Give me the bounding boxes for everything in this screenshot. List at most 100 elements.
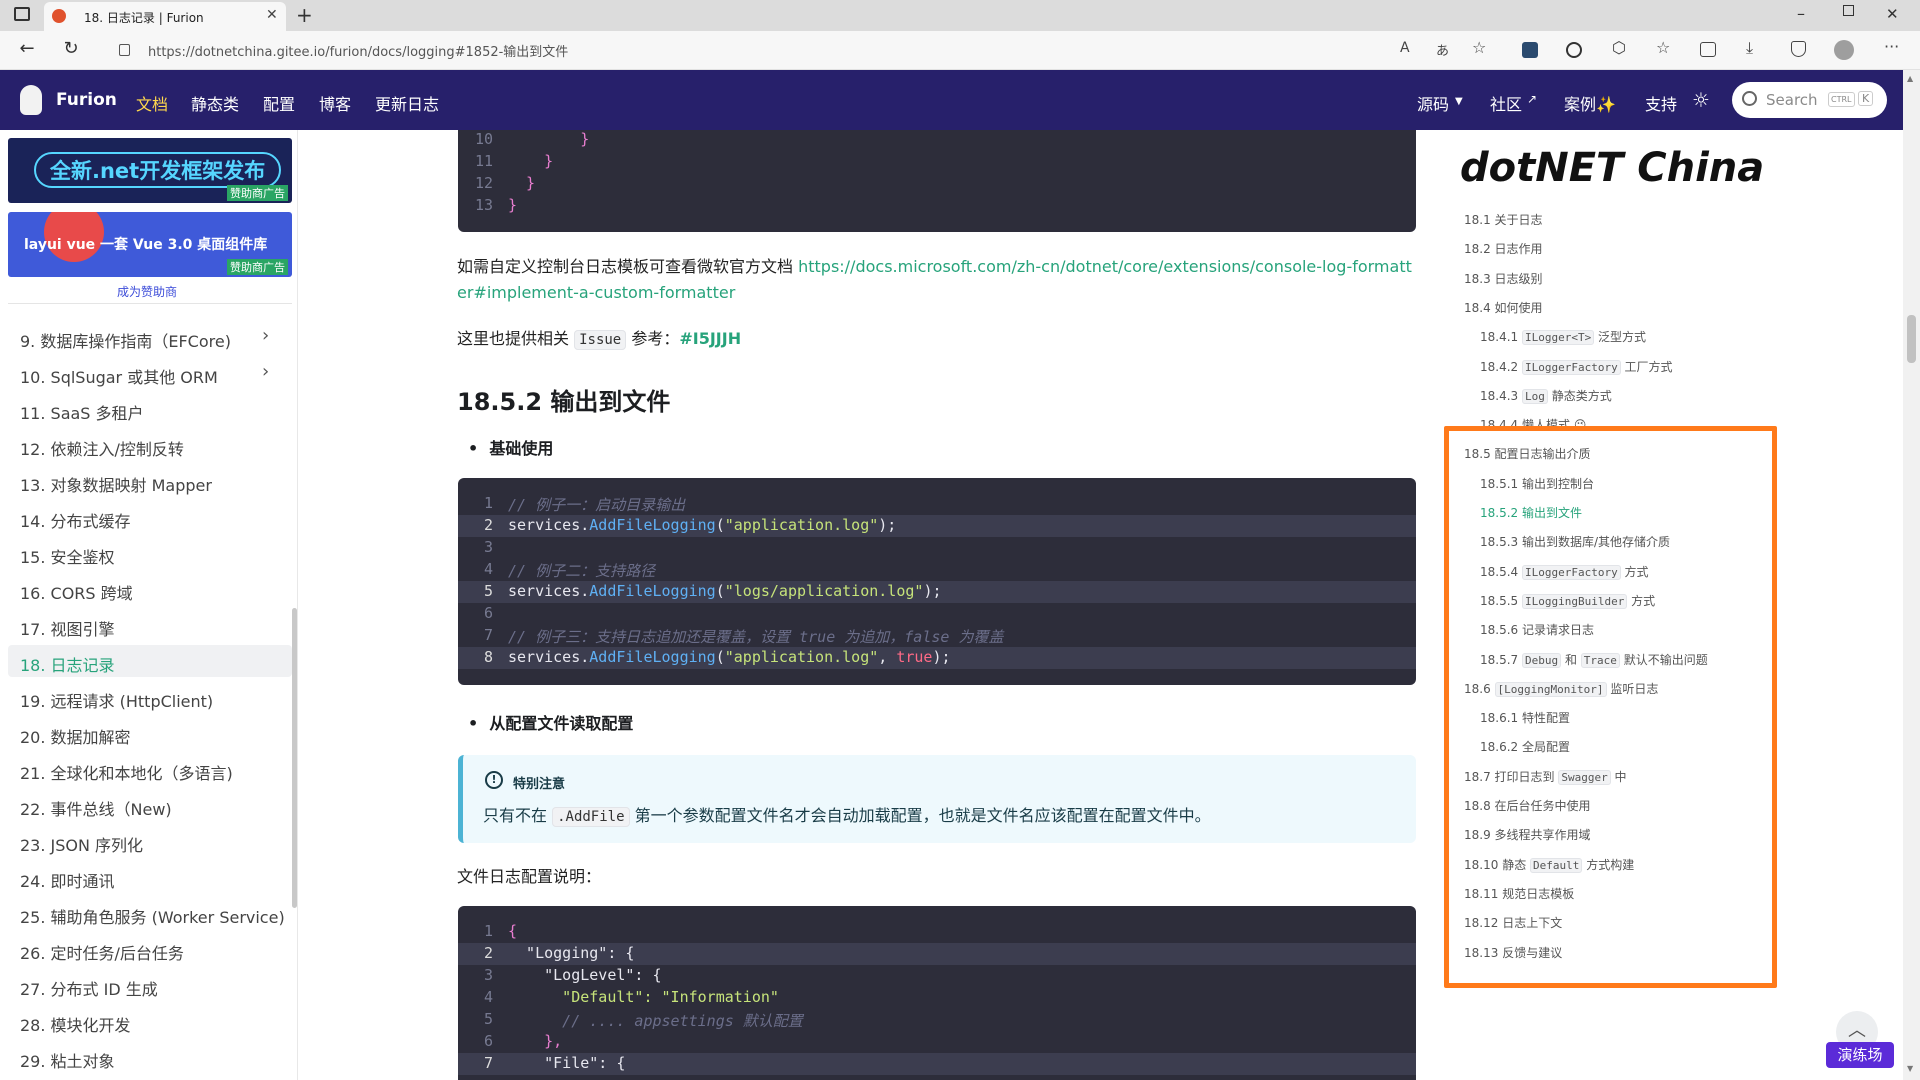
- code-line: }: [508, 196, 518, 214]
- more-menu-icon[interactable]: ···: [1884, 37, 1899, 56]
- nav-community[interactable]: 社区: [1490, 91, 1522, 115]
- nav-static-classes[interactable]: 静态类: [191, 91, 239, 115]
- nav-cases[interactable]: 案例✨: [1564, 91, 1616, 115]
- sponsor-ad-2[interactable]: layui vue 一套 Vue 3.0 桌面组件库 赞助商广告: [8, 212, 292, 277]
- toc-item[interactable]: 18.4.2 ILoggerFactory 工厂方式: [1480, 358, 1673, 375]
- chevron-right-icon[interactable]: ›: [262, 361, 269, 382]
- minimize-icon[interactable]: –: [1797, 4, 1805, 23]
- bullet-text: 从配置文件读取配置: [489, 714, 634, 733]
- code-line: "Logging": {: [508, 944, 635, 962]
- playground-button[interactable]: 演练场: [1826, 1042, 1894, 1068]
- scroll-thumb[interactable]: [1907, 315, 1916, 363]
- page-scrollbar[interactable]: ▲ ▼: [1903, 70, 1920, 1080]
- sidebar-item[interactable]: 25. 辅助角色服务 (Worker Service): [20, 904, 285, 928]
- sidebar-item[interactable]: 16. CORS 跨域: [20, 580, 133, 604]
- nav-source[interactable]: 源码: [1417, 91, 1449, 115]
- line-number: 5: [483, 582, 493, 600]
- bullet-dot: •: [468, 439, 490, 458]
- extension-2-icon[interactable]: [1566, 42, 1582, 58]
- sidebar-item[interactable]: 28. 模块化开发: [20, 1012, 131, 1036]
- sidebar-item[interactable]: 23. JSON 序列化: [20, 832, 143, 856]
- sidebar-item[interactable]: 17. 视图引擎: [20, 616, 115, 640]
- site-navbar: Furion 文档 静态类 配置 博客 更新日志 源码 ▼ 社区 ↗ 案例✨ 支…: [0, 70, 1903, 130]
- line-number: 7: [483, 1054, 493, 1072]
- line-number: 8: [483, 648, 493, 666]
- nav-support[interactable]: 支持: [1645, 91, 1677, 115]
- nav-docs[interactable]: 文档: [136, 91, 168, 115]
- close-tab-icon[interactable]: ✕: [266, 7, 278, 23]
- search-button[interactable]: Search CTRL K: [1732, 82, 1887, 118]
- scroll-down-icon[interactable]: ▼: [1907, 1064, 1913, 1073]
- sidebar-item[interactable]: 29. 粘土对象: [20, 1048, 115, 1072]
- favorite-add-icon[interactable]: ☆: [1472, 38, 1486, 57]
- line-number: 4: [483, 988, 493, 1006]
- sidebar-item[interactable]: 19. 远程请求 (HttpClient): [20, 688, 213, 712]
- sidebar-item[interactable]: 13. 对象数据映射 Mapper: [20, 472, 212, 496]
- toc-inline-code: ILogger<T>: [1522, 330, 1595, 345]
- sidebar-item[interactable]: 21. 全球化和本地化（多语言): [20, 760, 233, 784]
- theme-toggle-icon[interactable]: ☼: [1692, 88, 1710, 112]
- lock-icon[interactable]: [119, 44, 130, 56]
- favorites-icon[interactable]: ☆: [1656, 38, 1670, 57]
- become-sponsor-link[interactable]: 成为赞助商: [117, 283, 177, 300]
- new-tab-icon[interactable]: +: [296, 3, 313, 27]
- sidebar-item[interactable]: 11. SaaS 多租户: [20, 400, 144, 424]
- toc-item[interactable]: 18.4.1 ILogger<T> 泛型方式: [1480, 328, 1646, 345]
- profile-avatar[interactable]: [1834, 40, 1854, 60]
- back-icon[interactable]: ←: [14, 37, 40, 63]
- issue-link[interactable]: #I5JJJH: [679, 329, 741, 348]
- sidebar-item-logging-active[interactable]: 18. 日志记录: [20, 652, 115, 676]
- sponsor-ad-1[interactable]: 全新.net开发框架发布 赞助商广告: [8, 138, 292, 203]
- restore-icon[interactable]: [1843, 5, 1854, 16]
- toc-inline-code: ILoggerFactory: [1522, 360, 1621, 375]
- collections-icon[interactable]: [1700, 42, 1716, 57]
- read-aloud-icon[interactable]: A: [1400, 40, 1410, 56]
- toc-text: 静态类方式: [1547, 389, 1612, 403]
- code-line: services.AddFileLogging("application.log…: [508, 516, 897, 534]
- downloads-icon[interactable]: ⤓: [1746, 38, 1753, 58]
- bullet-text: 基础使用: [489, 439, 554, 458]
- extension-1-icon[interactable]: [1522, 42, 1538, 58]
- nav-blog[interactable]: 博客: [319, 91, 351, 115]
- toc-item[interactable]: 18.3 日志级别: [1464, 270, 1543, 287]
- sidebar-item[interactable]: 14. 分布式缓存: [20, 508, 131, 532]
- brand-name[interactable]: Furion: [56, 90, 117, 110]
- nav-config[interactable]: 配置: [263, 91, 295, 115]
- nav-changelog[interactable]: 更新日志: [375, 91, 439, 115]
- toc-item[interactable]: 18.4 如何使用: [1464, 299, 1543, 316]
- furion-logo-icon[interactable]: [20, 85, 42, 115]
- translate-icon[interactable]: あ: [1436, 40, 1449, 59]
- scroll-up-icon[interactable]: ▲: [1907, 74, 1913, 83]
- inline-code: Issue: [574, 330, 627, 350]
- toc-item[interactable]: 18.4.3 Log 静态类方式: [1480, 387, 1612, 404]
- toc-item[interactable]: 18.2 日志作用: [1464, 240, 1543, 257]
- bullet-basic-usage: • 基础使用: [468, 435, 553, 459]
- sponsor-ad-2-text: layui vue 一套 Vue 3.0 桌面组件库: [24, 237, 268, 253]
- sidebar-item[interactable]: 26. 定时任务/后台任务: [20, 940, 184, 964]
- dotnet-china-logo[interactable]: dotNET China: [1460, 145, 1764, 191]
- refresh-icon[interactable]: ↻: [58, 37, 84, 63]
- sidebar-item[interactable]: 10. SqlSugar 或其他 ORM: [20, 364, 218, 388]
- favicon-icon: [52, 9, 66, 23]
- sidebar-scrollbar[interactable]: [292, 608, 297, 908]
- url-field[interactable]: https://dotnetchina.gitee.io/furion/docs…: [148, 41, 568, 60]
- sidebar-item[interactable]: 24. 即时通讯: [20, 868, 115, 892]
- line-number: 2: [483, 516, 493, 534]
- code-line: }: [508, 152, 554, 170]
- chevron-right-icon[interactable]: ›: [262, 325, 269, 346]
- code-str: "application.log": [724, 516, 879, 534]
- toc-item[interactable]: 18.1 关于日志: [1464, 211, 1543, 228]
- extensions-icon[interactable]: ⬡: [1612, 38, 1626, 57]
- sidebar-item[interactable]: 12. 依赖注入/控制反转: [20, 436, 184, 460]
- browser-tab[interactable]: 18. 日志记录 | Furion ✕: [44, 2, 286, 31]
- issue-paragraph: 这里也提供相关 Issue 参考：#I5JJJH: [457, 325, 741, 350]
- sidebar-item[interactable]: 9. 数据库操作指南（EFCore): [20, 328, 231, 352]
- sidebar-item[interactable]: 22. 事件总线（New): [20, 796, 172, 820]
- browser-essentials-icon[interactable]: [1791, 41, 1806, 57]
- close-window-icon[interactable]: ✕: [1886, 5, 1899, 23]
- sidebar-item[interactable]: 15. 安全鉴权: [20, 544, 115, 568]
- section-heading: 18.5.2 输出到文件: [457, 388, 671, 416]
- sidebar-item[interactable]: 27. 分布式 ID 生成: [20, 976, 158, 1000]
- sidebar-item[interactable]: 20. 数据加解密: [20, 724, 131, 748]
- sidebar-toggle-icon[interactable]: [14, 7, 30, 21]
